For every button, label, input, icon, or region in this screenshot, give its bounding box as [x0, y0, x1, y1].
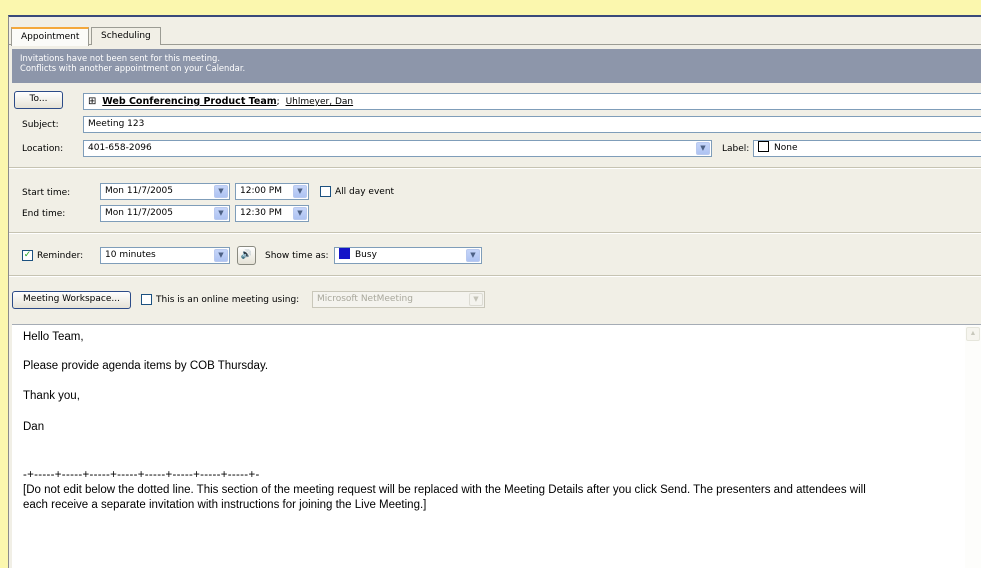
- end-time-label: End time:: [22, 209, 66, 219]
- info-line-invitations: Invitations have not been sent for this …: [20, 53, 220, 63]
- tab-scheduling[interactable]: Scheduling: [91, 27, 161, 45]
- start-time-label: Start time:: [22, 188, 71, 198]
- divider: [9, 167, 981, 169]
- subject-label: Subject:: [22, 120, 59, 130]
- start-date-combo[interactable]: Mon 11/7/2005 ▼: [100, 183, 230, 200]
- body-notice-line-2: each receive a separate invitation with …: [23, 499, 427, 511]
- recipient-separator: ;: [276, 97, 280, 107]
- reminder-combo[interactable]: 10 minutes ▼: [100, 247, 230, 264]
- to-field[interactable]: ⊞ Web Conferencing Product Team; Uhlmeye…: [83, 93, 981, 110]
- location-label: Location:: [22, 144, 64, 154]
- online-meeting-value: Microsoft NetMeeting: [317, 294, 413, 304]
- location-combo[interactable]: 401-658-2096 ▼: [83, 140, 712, 157]
- busy-color-swatch: [339, 248, 350, 259]
- end-time-value: 12:30 PM: [240, 208, 282, 218]
- attendee-recipient[interactable]: Uhlmeyer, Dan: [286, 97, 354, 107]
- info-bar: Invitations have not been sent for this …: [12, 49, 981, 83]
- reminder-label: Reminder:: [37, 251, 84, 261]
- vertical-scrollbar[interactable]: ▲: [965, 325, 981, 568]
- chevron-down-icon[interactable]: ▼: [293, 185, 307, 198]
- all-day-label: All day event: [335, 187, 395, 197]
- start-date-value: Mon 11/7/2005: [105, 186, 173, 196]
- body-divider-line: -+-----+-----+-----+-----+-----+-----+--…: [23, 469, 260, 481]
- chevron-down-icon[interactable]: ▼: [466, 249, 480, 262]
- message-body[interactable]: Hello Team, Please provide agenda items …: [12, 324, 981, 568]
- end-date-value: Mon 11/7/2005: [105, 208, 173, 218]
- show-time-as-combo[interactable]: Busy ▼: [334, 247, 482, 264]
- end-date-combo[interactable]: Mon 11/7/2005 ▼: [100, 205, 230, 222]
- divider: [9, 275, 981, 277]
- chevron-down-icon[interactable]: ▼: [214, 249, 228, 262]
- online-meeting-combo[interactable]: Microsoft NetMeeting ▼: [312, 291, 485, 308]
- body-notice-line-1: [Do not edit below the dotted line. This…: [23, 484, 866, 496]
- reminder-checkbox[interactable]: ✓: [22, 250, 33, 261]
- end-time-combo[interactable]: 12:30 PM ▼: [235, 205, 309, 222]
- divider: [9, 232, 981, 234]
- body-line-thanks: Thank you,: [23, 390, 80, 402]
- tab-strip: Appointment Scheduling: [9, 27, 981, 46]
- chevron-up-icon[interactable]: ▲: [966, 327, 980, 341]
- body-signature: Dan: [23, 421, 45, 433]
- chevron-down-icon[interactable]: ▼: [696, 142, 710, 155]
- expand-icon[interactable]: ⊞: [88, 96, 96, 107]
- label-field-label: Label:: [722, 144, 750, 154]
- chevron-down-icon[interactable]: ▼: [469, 293, 483, 306]
- chevron-down-icon[interactable]: ▼: [214, 207, 228, 220]
- tab-appointment[interactable]: Appointment: [11, 27, 90, 46]
- online-meeting-checkbox[interactable]: [141, 294, 152, 305]
- body-line-agenda: Please provide agenda items by COB Thurs…: [23, 360, 269, 372]
- label-value: None: [774, 143, 798, 153]
- location-value: 401-658-2096: [88, 143, 152, 153]
- chevron-down-icon[interactable]: ▼: [293, 207, 307, 220]
- show-time-as-value: Busy: [355, 250, 377, 260]
- to-button[interactable]: To...: [14, 91, 63, 109]
- subject-input[interactable]: Meeting 123: [83, 116, 981, 133]
- meeting-workspace-button[interactable]: Meeting Workspace...: [12, 291, 131, 309]
- all-day-checkbox[interactable]: [320, 186, 331, 197]
- online-meeting-label: This is an online meeting using:: [156, 295, 300, 305]
- start-time-combo[interactable]: 12:00 PM ▼: [235, 183, 309, 200]
- appointment-window: Appointment Scheduling Invitations have …: [8, 15, 981, 568]
- group-recipient[interactable]: Web Conferencing Product Team: [102, 96, 276, 107]
- body-greeting: Hello Team,: [23, 331, 84, 343]
- start-time-value: 12:00 PM: [240, 186, 282, 196]
- speaker-icon[interactable]: 🔊: [237, 246, 256, 265]
- label-combo[interactable]: None: [753, 140, 981, 157]
- reminder-value: 10 minutes: [105, 250, 156, 260]
- chevron-down-icon[interactable]: ▼: [214, 185, 228, 198]
- label-color-swatch: [758, 141, 769, 152]
- show-time-as-label: Show time as:: [265, 251, 329, 261]
- info-line-conflicts: Conflicts with another appointment on yo…: [20, 63, 246, 73]
